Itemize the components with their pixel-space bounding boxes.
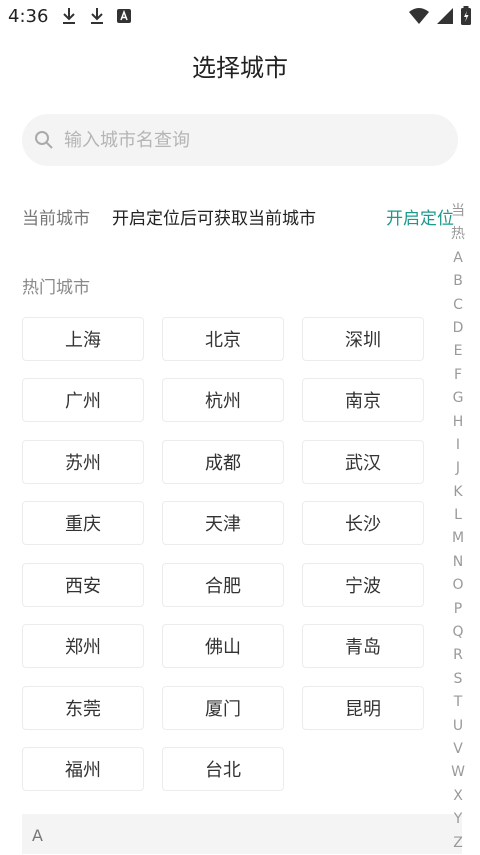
city-button[interactable]: 杭州 <box>162 378 284 422</box>
section-header-label: A <box>32 826 43 845</box>
battery-icon <box>461 6 471 25</box>
index-item[interactable]: Y <box>454 808 463 831</box>
index-item[interactable]: Z <box>453 832 463 855</box>
status-time: 4:36 <box>8 6 49 27</box>
city-button[interactable]: 合肥 <box>162 563 284 607</box>
status-bar: 4:36 <box>0 0 480 34</box>
index-item[interactable]: O <box>452 574 463 597</box>
index-item[interactable]: Q <box>452 621 463 644</box>
download-icon <box>91 8 103 24</box>
city-button[interactable]: 青岛 <box>302 624 424 668</box>
enable-location-button[interactable]: 开启定位 <box>386 204 454 229</box>
index-item[interactable]: D <box>453 317 464 340</box>
city-button[interactable]: 成都 <box>162 440 284 484</box>
section-header-a: A <box>22 814 462 854</box>
city-button[interactable]: 福州 <box>22 747 144 791</box>
search-icon <box>35 131 53 149</box>
city-button[interactable]: 郑州 <box>22 624 144 668</box>
index-item[interactable]: R <box>453 644 463 667</box>
current-city-text: 开启定位后可获取当前城市 <box>112 209 316 229</box>
city-button[interactable]: 南京 <box>302 378 424 422</box>
index-item[interactable]: C <box>453 294 463 317</box>
a-badge-icon <box>117 9 131 23</box>
city-button[interactable]: 宁波 <box>302 563 424 607</box>
city-button[interactable]: 佛山 <box>162 624 284 668</box>
index-item[interactable]: V <box>453 738 463 761</box>
index-item[interactable]: B <box>453 270 463 293</box>
index-item[interactable]: G <box>453 387 464 410</box>
index-item[interactable]: N <box>453 551 463 574</box>
index-item[interactable]: U <box>453 715 463 738</box>
index-item[interactable]: S <box>454 668 463 691</box>
index-item[interactable]: X <box>453 785 463 808</box>
city-button[interactable]: 北京 <box>162 317 284 361</box>
city-button[interactable]: 广州 <box>22 378 144 422</box>
city-button[interactable]: 重庆 <box>22 501 144 545</box>
city-button[interactable]: 苏州 <box>22 440 144 484</box>
page-title: 选择城市 <box>192 54 288 82</box>
city-button[interactable]: 天津 <box>162 501 284 545</box>
city-button[interactable]: 厦门 <box>162 686 284 730</box>
current-city-label: 当前城市 <box>22 209 90 229</box>
city-button[interactable]: 武汉 <box>302 440 424 484</box>
city-button[interactable]: 上海 <box>22 317 144 361</box>
index-item[interactable]: W <box>451 761 465 784</box>
index-item[interactable]: P <box>454 598 462 621</box>
wifi-icon <box>409 8 429 24</box>
download-icon <box>63 8 75 24</box>
index-item[interactable]: L <box>454 504 462 527</box>
city-button[interactable]: 深圳 <box>302 317 424 361</box>
index-item[interactable]: 热 <box>451 223 465 246</box>
index-item[interactable]: J <box>456 457 460 480</box>
index-item[interactable]: E <box>454 340 463 363</box>
index-item[interactable]: F <box>454 364 462 387</box>
search-bar[interactable] <box>22 114 458 166</box>
alphabet-index-bar[interactable]: 当 热 A B C D E F G H I J K L M N O P Q R … <box>446 200 470 855</box>
city-button[interactable]: 台北 <box>162 747 284 791</box>
hot-cities-label: 热门城市 <box>22 278 90 298</box>
city-button[interactable]: 东莞 <box>22 686 144 730</box>
index-item[interactable]: H <box>453 411 464 434</box>
city-button[interactable]: 昆明 <box>302 686 424 730</box>
index-item[interactable]: T <box>454 691 463 714</box>
index-item[interactable]: I <box>456 434 460 457</box>
current-city-row: 当前城市 开启定位后可获取当前城市 开启定位 <box>22 204 454 230</box>
signal-icon <box>437 8 453 24</box>
search-input[interactable] <box>62 128 446 152</box>
index-item[interactable]: K <box>453 481 462 504</box>
index-item[interactable]: A <box>453 247 463 270</box>
index-item[interactable]: M <box>452 527 464 550</box>
city-button[interactable]: 长沙 <box>302 501 424 545</box>
index-item[interactable]: 当 <box>451 200 465 223</box>
city-button[interactable]: 西安 <box>22 563 144 607</box>
